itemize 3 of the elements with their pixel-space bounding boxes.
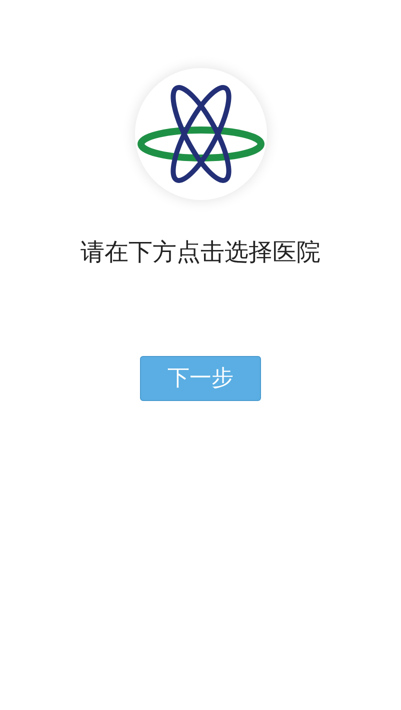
prompt-text: 请在下方点击选择医院 bbox=[80, 237, 320, 268]
atom-logo-icon bbox=[136, 82, 264, 186]
next-button[interactable]: 下一步 bbox=[140, 356, 261, 401]
